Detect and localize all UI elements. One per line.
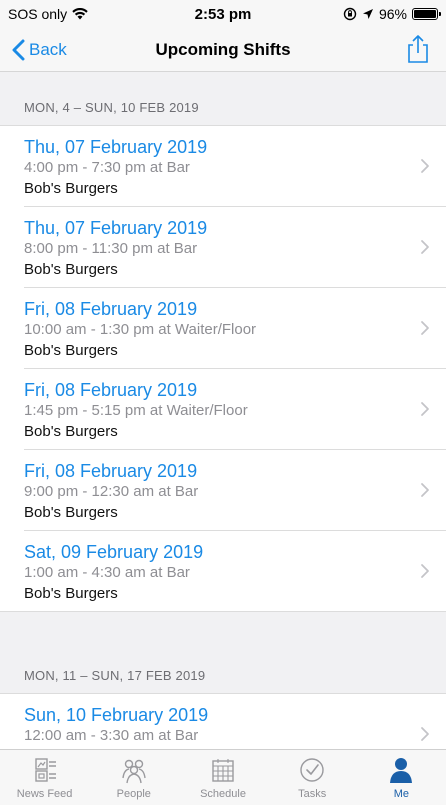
shift-list: Sun, 10 February 2019 12:00 am - 3:30 am … [0,694,446,749]
tab-tasks[interactable]: Tasks [268,750,357,805]
shift-organization: Bob's Burgers [24,180,118,197]
shift-date: Thu, 07 February 2019 [24,137,208,157]
tab-schedule[interactable]: Schedule [178,750,267,805]
shift-date: Fri, 08 February 2019 [24,461,198,481]
chevron-right-icon [421,402,429,416]
tab-people[interactable]: People [89,750,178,805]
shift-time: 1:45 pm - 5:15 pm at Waiter/Floor [24,402,248,419]
chevron-right-icon [421,321,429,335]
chevron-right-icon [421,240,429,254]
shift-list: Thu, 07 February 2019 4:00 pm - 7:30 pm a… [0,126,446,612]
shift-date: Fri, 08 February 2019 [24,380,198,400]
battery-icon [412,8,441,20]
orientation-lock-icon [343,7,357,21]
shift-organization: Bob's Burgers [24,423,118,440]
tab-label: Me [393,788,410,800]
shift-organization: Bob's Burgers [24,585,118,602]
shift-date: Thu, 07 February 2019 [24,218,208,238]
chevron-right-icon [421,564,429,578]
tab-label: News Feed [16,788,73,800]
shift-date: Fri, 08 February 2019 [24,299,198,319]
schedule-icon [212,759,234,782]
tab-news-feed[interactable]: News Feed [0,750,89,805]
me-icon [390,758,413,783]
section-gap [0,612,446,640]
back-button[interactable]: Back [12,28,67,72]
people-icon [122,759,146,784]
share-icon[interactable] [404,34,432,64]
location-icon [362,9,373,19]
shift-list-scroll[interactable]: MON, 4 – SUN, 10 FEB 2019 Thu, 07 Februar… [0,72,446,749]
battery-percent: 96% [378,6,407,22]
shift-time: 9:00 pm - 12:30 am at Bar [24,483,199,500]
status-left: SOS only [8,6,88,22]
shift-row[interactable]: Sun, 10 February 2019 12:00 am - 3:30 am … [0,694,446,749]
chevron-right-icon [421,159,429,173]
shift-organization: Bob's Burgers [24,342,118,359]
shift-time: 12:00 am - 3:30 am at Bar [24,727,199,744]
shift-time: 10:00 am - 1:30 pm at Waiter/Floor [24,321,257,338]
shift-row[interactable]: Fri, 08 February 2019 9:00 pm - 12:30 am … [0,450,446,531]
chevron-left-icon [12,39,25,61]
shift-row[interactable]: Thu, 07 February 2019 4:00 pm - 7:30 pm a… [0,126,446,207]
shift-organization: Bob's Burgers [24,261,118,278]
shift-date: Sun, 10 February 2019 [24,705,209,725]
page-title: Upcoming Shifts [155,39,291,59]
news-feed-icon [34,758,56,782]
shift-row[interactable]: Sat, 09 February 2019 1:00 am - 4:30 am a… [0,531,446,612]
shift-row[interactable]: Fri, 08 February 2019 1:45 pm - 5:15 pm a… [0,369,446,450]
shift-row[interactable]: Fri, 08 February 2019 10:00 am - 1:30 pm … [0,288,446,369]
tab-label: People [116,788,151,800]
status-right: 96% [343,6,441,22]
chevron-right-icon [421,727,429,741]
section-header: MON, 11 – SUN, 17 FEB 2019 [0,640,446,694]
status-bar: SOS only 2:53 pm 96% [0,0,446,28]
navigation-bar: Back Upcoming Shifts [0,28,446,72]
tasks-icon [300,758,324,782]
tab-me[interactable]: Me [357,750,446,805]
tab-bar: News Feed People Schedule Tasks Me [0,749,446,805]
carrier-text: SOS only [8,6,68,22]
section-header: MON, 4 – SUN, 10 FEB 2019 [0,72,446,126]
wifi-icon [72,8,88,20]
shift-time: 4:00 pm - 7:30 pm at Bar [24,159,190,176]
back-label: Back [29,40,67,59]
chevron-right-icon [421,483,429,497]
shift-date: Sat, 09 February 2019 [24,542,204,562]
shift-row[interactable]: Thu, 07 February 2019 8:00 pm - 11:30 pm … [0,207,446,288]
tab-label: Tasks [298,788,327,800]
shift-time: 1:00 am - 4:30 am at Bar [24,564,190,581]
shift-time: 8:00 pm - 11:30 pm at Bar [24,240,198,257]
tab-label: Schedule [200,788,246,800]
shift-organization: Bob's Burgers [24,504,118,521]
